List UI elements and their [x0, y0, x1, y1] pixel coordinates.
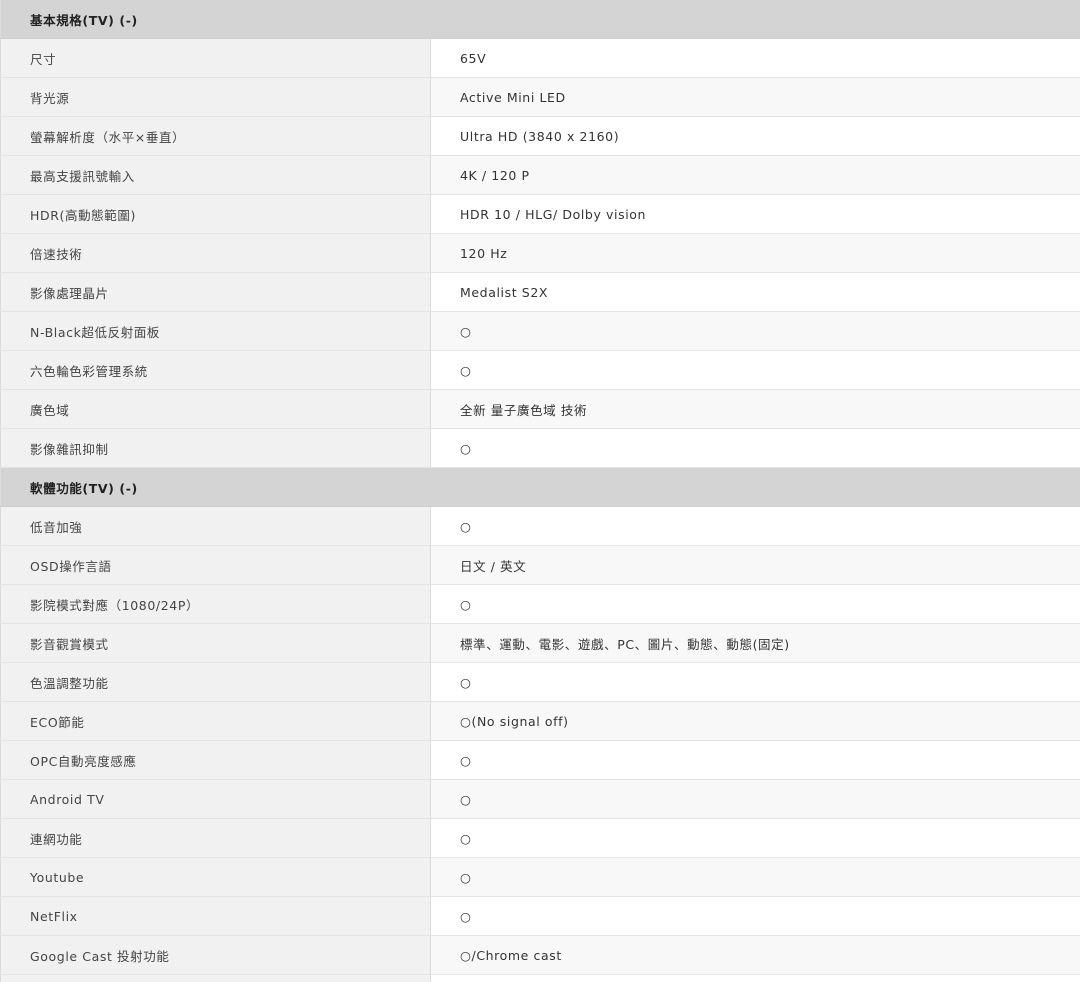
spec-table-body: 基本規格(TV) (-) 尺寸 65V 背光源 Active Mini LED 螢幕解析度…: [0, 0, 1080, 982]
spec-value: ○: [430, 974, 1080, 982]
spec-value: Medalist S2X: [430, 272, 1080, 312]
spec-value: ○: [430, 896, 1080, 936]
spec-row: ECO節能 ○(No signal off): [0, 701, 1080, 741]
spec-row: OPC自動亮度感應 ○: [0, 740, 1080, 780]
spec-row: 背光源 Active Mini LED: [0, 77, 1080, 117]
spec-label: 廣色域: [0, 389, 431, 429]
spec-label: 倍速技術: [0, 233, 431, 273]
spec-row: 影像雜訊抑制 ○: [0, 428, 1080, 468]
spec-label: 影院模式對應（1080/24P）: [0, 584, 431, 624]
spec-value: 全新 量子廣色域 技術: [430, 389, 1080, 429]
section-title: 基本規格(TV) (-): [0, 0, 1080, 39]
spec-value: 65V: [430, 38, 1080, 78]
spec-row: 連網功能 ○: [0, 818, 1080, 858]
spec-row: N-Black超低反射面板 ○: [0, 311, 1080, 351]
spec-label: 尺寸: [0, 38, 431, 78]
spec-label: N-Black超低反射面板: [0, 311, 431, 351]
spec-row: Bluetooth藍芽功能○: [0, 974, 1080, 982]
spec-row: 低音加強 ○: [0, 506, 1080, 546]
spec-value: 4K / 120 P: [430, 155, 1080, 195]
section-header-row: 軟體功能(TV) (-): [0, 467, 1080, 507]
spec-label: OPC自動亮度感應: [0, 740, 431, 780]
spec-value: ○: [430, 662, 1080, 702]
spec-value: 標準、運動、電影、遊戲、PC、圖片、動態、動態(固定): [430, 623, 1080, 663]
spec-value: ○: [430, 428, 1080, 468]
spec-label: ECO節能: [0, 701, 431, 741]
spec-row: 色溫調整功能 ○: [0, 662, 1080, 702]
spec-row: 最高支援訊號輸入 4K / 120 P: [0, 155, 1080, 195]
spec-label: 影音觀賞模式: [0, 623, 431, 663]
spec-row: 廣色域 全新 量子廣色域 技術: [0, 389, 1080, 429]
spec-value: ○: [430, 506, 1080, 546]
spec-value: ○: [430, 818, 1080, 858]
spec-row: Android TV ○: [0, 779, 1080, 819]
spec-value: ○/Chrome cast: [430, 935, 1080, 975]
spec-value: ○: [430, 311, 1080, 351]
spec-label: Android TV: [0, 779, 431, 819]
section-title: 軟體功能(TV) (-): [0, 467, 1080, 507]
spec-row: 六色輪色彩管理系統 ○: [0, 350, 1080, 390]
spec-row: 影院模式對應（1080/24P） ○: [0, 584, 1080, 624]
spec-value: ○: [430, 779, 1080, 819]
spec-value: ○: [430, 350, 1080, 390]
spec-row: Google Cast 投射功能 ○/Chrome cast: [0, 935, 1080, 975]
spec-value: 120 Hz: [430, 233, 1080, 273]
spec-value: ○: [430, 740, 1080, 780]
spec-value: ○: [430, 857, 1080, 897]
spec-row: NetFlix ○: [0, 896, 1080, 936]
spec-value: HDR 10 / HLG/ Dolby vision: [430, 194, 1080, 234]
spec-value: 日文 / 英文: [430, 545, 1080, 585]
spec-label: 低音加強: [0, 506, 431, 546]
spec-row: OSD操作言語 日文 / 英文: [0, 545, 1080, 585]
spec-row: 螢幕解析度（水平×垂直） Ultra HD (3840 x 2160): [0, 116, 1080, 156]
spec-table: 基本規格(TV) (-) 尺寸 65V 背光源 Active Mini LED 螢幕解析度…: [0, 0, 1080, 982]
spec-label: 影像處理晶片: [0, 272, 431, 312]
spec-row: 影音觀賞模式 標準、運動、電影、遊戲、PC、圖片、動態、動態(固定): [0, 623, 1080, 663]
spec-label: 連網功能: [0, 818, 431, 858]
spec-label: 六色輪色彩管理系統: [0, 350, 431, 390]
spec-label: HDR(高動態範圍): [0, 194, 431, 234]
spec-row: 倍速技術 120 Hz: [0, 233, 1080, 273]
spec-label: 背光源: [0, 77, 431, 117]
spec-row: Youtube ○: [0, 857, 1080, 897]
spec-label: 最高支援訊號輸入: [0, 155, 431, 195]
spec-row: 尺寸 65V: [0, 38, 1080, 78]
spec-label: 影像雜訊抑制: [0, 428, 431, 468]
spec-value: ○(No signal off): [430, 701, 1080, 741]
spec-row: HDR(高動態範圍) HDR 10 / HLG/ Dolby vision: [0, 194, 1080, 234]
spec-label: Youtube: [0, 857, 431, 897]
spec-row: 影像處理晶片 Medalist S2X: [0, 272, 1080, 312]
spec-label: OSD操作言語: [0, 545, 431, 585]
spec-label: 螢幕解析度（水平×垂直）: [0, 116, 431, 156]
section-header-row: 基本規格(TV) (-): [0, 0, 1080, 39]
spec-value: Active Mini LED: [430, 77, 1080, 117]
spec-label: 色溫調整功能: [0, 662, 431, 702]
spec-value: Ultra HD (3840 x 2160): [430, 116, 1080, 156]
spec-value: ○: [430, 584, 1080, 624]
spec-label: NetFlix: [0, 896, 431, 936]
spec-label: Google Cast 投射功能: [0, 935, 431, 975]
spec-label: Bluetooth藍芽功能: [0, 974, 431, 982]
